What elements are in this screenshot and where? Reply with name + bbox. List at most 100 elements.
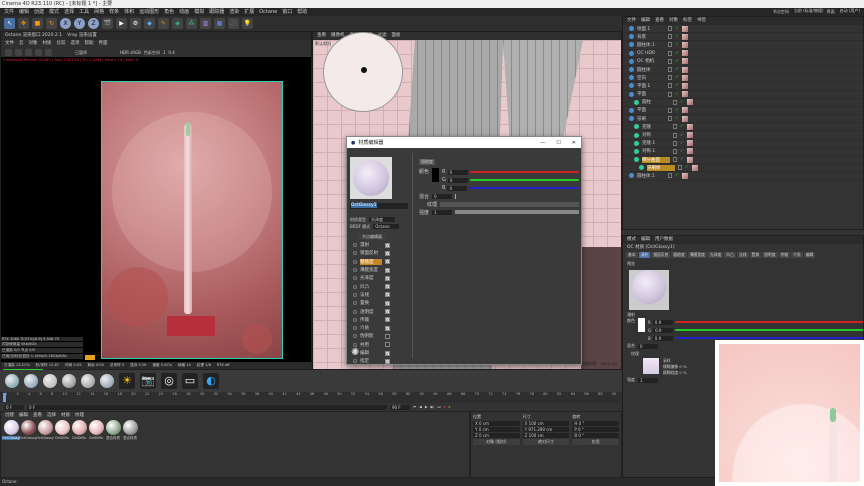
object-row[interactable]: 克隆.1 ✓ xyxy=(623,140,863,148)
enable-check-icon[interactable]: ✓ xyxy=(675,26,679,31)
enable-check-icon[interactable]: ✓ xyxy=(680,141,684,146)
cloner-icon[interactable]: ⁂ xyxy=(186,18,197,29)
maximize-button[interactable]: ☐ xyxy=(556,140,560,146)
material-swatch[interactable]: OctDiffu xyxy=(88,420,104,441)
object-row[interactable]: 牙刷体 ✓ xyxy=(623,164,863,173)
menu-item[interactable]: 编辑 xyxy=(19,8,29,16)
lock-icon[interactable] xyxy=(45,49,52,56)
send-scene-icon[interactable] xyxy=(5,49,12,56)
channel-checkbox[interactable] xyxy=(385,342,390,348)
node-space-select[interactable]: 当前 (标准/物理) xyxy=(791,8,824,13)
channel-checkbox[interactable]: ✓ xyxy=(385,358,390,364)
half-sphere-icon[interactable] xyxy=(81,374,95,388)
visibility-toggle[interactable] xyxy=(668,116,672,122)
menu-item[interactable]: Octane xyxy=(259,8,277,16)
attribute-tab[interactable]: 粗糙度 xyxy=(671,252,687,258)
enable-check-icon[interactable]: ✓ xyxy=(675,83,679,88)
attribute-tab[interactable]: 基本 xyxy=(626,252,638,258)
menu-item[interactable]: 帮助 xyxy=(297,8,307,16)
vray-tab[interactable]: Vray 渲染设置 xyxy=(67,32,97,40)
material-tag-icon[interactable] xyxy=(681,107,688,114)
brdf-select[interactable]: Octane xyxy=(373,224,400,229)
visibility-toggle[interactable] xyxy=(673,132,677,138)
channel-checkbox[interactable]: ✓ xyxy=(385,309,390,315)
color-swatch[interactable] xyxy=(638,318,645,332)
attribute-tab[interactable]: 漫射 xyxy=(638,252,651,258)
material-tag-icon[interactable] xyxy=(686,132,693,139)
attribute-tab[interactable]: 编辑 xyxy=(803,252,816,258)
size-z[interactable]: Z 100 cm xyxy=(522,433,570,438)
material-tag-icon[interactable] xyxy=(686,148,693,155)
object-row[interactable]: 地面.1 ✓ xyxy=(623,25,863,34)
menu-item[interactable]: 创建 xyxy=(5,412,14,420)
menu-item[interactable]: 动画 xyxy=(179,8,189,16)
menu-item[interactable]: 文件 xyxy=(4,8,14,16)
channel-checkbox[interactable]: ✓ xyxy=(385,259,390,265)
menu-item[interactable]: 选择 xyxy=(64,8,74,16)
menu-item[interactable]: 工具 xyxy=(79,8,89,16)
material-tag-icon[interactable] xyxy=(686,123,693,130)
visibility-toggle[interactable] xyxy=(668,173,672,179)
end-frame-field[interactable]: 90 F xyxy=(390,404,410,410)
mat-type-select[interactable]: 光泽度 xyxy=(369,217,395,222)
material-tag-icon[interactable] xyxy=(681,33,688,40)
object-row[interactable]: 克隆 ✓ xyxy=(623,123,863,132)
visibility-toggle[interactable] xyxy=(668,26,672,32)
attribute-tab[interactable]: 薄膜宽度 xyxy=(687,252,707,258)
coord-mode-select[interactable]: 对象 (相对) xyxy=(473,439,520,445)
menu-item[interactable]: 云 xyxy=(19,40,24,48)
visibility-toggle[interactable] xyxy=(668,91,672,97)
menu-item[interactable]: 网格 xyxy=(94,8,104,16)
visibility-toggle[interactable] xyxy=(668,75,672,81)
pos-z[interactable]: Z 0 cm xyxy=(473,433,520,438)
object-row[interactable]: 牙刷 ✓ xyxy=(623,115,863,124)
material-tag-icon[interactable] xyxy=(686,99,693,106)
mix-input[interactable]: 0 xyxy=(432,193,453,199)
menu-item[interactable]: 材质 xyxy=(43,40,52,48)
object-row[interactable]: 圆柱体.1 ✓ xyxy=(623,172,863,181)
material-tag-icon[interactable] xyxy=(681,25,688,32)
g-input[interactable]: 0.9 xyxy=(653,327,674,333)
menu-item[interactable]: 用户数据 xyxy=(655,236,673,244)
glass-sphere-icon[interactable] xyxy=(24,374,38,388)
target-icon[interactable]: ◎ xyxy=(161,373,177,389)
rot-b[interactable]: B 0 ° xyxy=(572,433,619,438)
render-region-icon[interactable]: 🎬 xyxy=(102,18,113,29)
object-row[interactable]: 平面 ✓ xyxy=(623,91,863,99)
power-input[interactable]: 1 xyxy=(432,209,453,215)
power-input[interactable]: 1 xyxy=(638,377,658,383)
spline-pen-icon[interactable]: ✎ xyxy=(158,18,169,29)
close-button[interactable]: ✕ xyxy=(572,140,576,146)
minimize-button[interactable]: — xyxy=(540,140,545,146)
channel-checkbox[interactable]: ✓ xyxy=(385,292,390,298)
material-tag-icon[interactable] xyxy=(681,41,688,48)
zoom-value[interactable]: 0.4 xyxy=(168,50,174,55)
channel-item[interactable]: 薄膜宽度 ✓ xyxy=(350,266,390,274)
visibility-toggle[interactable] xyxy=(668,67,672,73)
restart-icon[interactable] xyxy=(15,49,22,56)
visibility-toggle[interactable] xyxy=(673,157,677,163)
material-swatch[interactable]: OctGlossy xyxy=(36,420,54,441)
menu-item[interactable]: 编辑 xyxy=(641,236,650,244)
menu-item[interactable]: 查看 xyxy=(317,32,326,40)
stop-icon[interactable] xyxy=(35,49,42,56)
rotate-tool-icon[interactable]: ↻ xyxy=(46,18,57,29)
object-row[interactable]: 对称 ✓ xyxy=(623,131,863,140)
material-name-field[interactable]: OctGlossy1 xyxy=(350,203,408,209)
x-axis-button[interactable]: X xyxy=(60,18,71,29)
current-frame-field[interactable]: 0 F xyxy=(4,404,24,410)
visibility-toggle[interactable] xyxy=(668,50,672,56)
sphere-icon[interactable] xyxy=(5,374,19,388)
r-input[interactable]: 0.9 xyxy=(652,319,673,325)
object-row[interactable]: OC 相机 ✓ xyxy=(623,58,863,66)
layout-select[interactable]: 启动 (用户) xyxy=(837,8,860,13)
channel-checkbox[interactable]: ✓ xyxy=(385,275,390,281)
visibility-toggle[interactable] xyxy=(673,148,677,154)
color-space-select[interactable]: HDR sRGB xyxy=(120,50,141,55)
autokey-icon[interactable]: ⏺ xyxy=(448,405,450,409)
record-icon[interactable]: ⏺ xyxy=(444,405,446,409)
attribute-tab[interactable]: 镜面反射 xyxy=(651,252,671,258)
render-view-icon[interactable]: ▶ xyxy=(116,18,127,29)
channel-item[interactable]: 法线 ✓ xyxy=(350,291,390,299)
apply-button[interactable]: 应用 xyxy=(572,439,619,445)
